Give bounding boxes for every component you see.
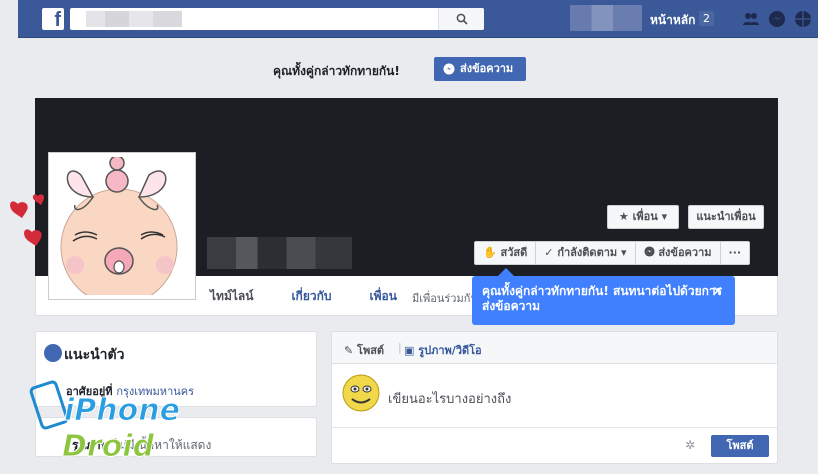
intro-title: แนะนำตัว — [64, 347, 125, 363]
iphonedroid-watermark-logo: iPhone Droid — [29, 380, 180, 465]
messenger-icon[interactable] — [768, 10, 786, 28]
composer-photo-tab[interactable]: ▣ รูปภาพ/วิดีโอ — [404, 341, 482, 359]
following-button[interactable]: ✓ กำลังติดตาม ▾ — [536, 242, 636, 264]
composer-tabs: ✎ โพสต์ | ▣ รูปภาพ/วิดีโอ — [332, 332, 777, 364]
search-button[interactable] — [438, 8, 484, 30]
facebook-logo[interactable]: f — [42, 8, 64, 31]
home-link[interactable]: หน้าหลัก — [650, 11, 695, 30]
tooltip-close-icon[interactable]: × — [712, 284, 723, 299]
composer-input[interactable]: เขียนอะไรบางอย่างถึง — [388, 388, 511, 409]
tab-about[interactable]: เกี่ยวกับ — [291, 287, 331, 306]
search-input[interactable] — [70, 8, 484, 30]
tooltip-arrow — [498, 268, 514, 276]
wave-label: สวัสดี — [500, 246, 528, 259]
composer-footer: ✲ โพสต์ — [332, 427, 777, 463]
friends-icon[interactable] — [742, 10, 760, 28]
tab-friends[interactable]: เพื่อน — [369, 287, 396, 306]
cartoon-pig-avatar — [60, 157, 178, 295]
messenger-icon — [443, 63, 455, 75]
home-count-badge: 2 — [699, 11, 714, 26]
post-button[interactable]: โพสต์ — [711, 435, 769, 457]
message-label: ส่งข้อความ — [658, 246, 712, 259]
watermark-line1: iPhone — [64, 393, 180, 428]
wave-button[interactable]: ✋ สวัสดี — [475, 242, 537, 264]
mutual-friends-text: มีเพื่อนร่วมกัน — [412, 292, 478, 305]
send-message-button-top[interactable]: ส่งข้อความ — [434, 57, 526, 81]
profile-action-buttons: ✋ สวัสดี ✓ กำลังติดตาม ▾ ส่งข้อความ ··· — [474, 241, 751, 265]
profile-picture[interactable] — [48, 152, 196, 300]
message-button[interactable]: ส่งข้อความ — [636, 242, 721, 264]
more-options-button[interactable]: ··· — [721, 242, 750, 264]
post-composer: ✎ โพสต์ | ▣ รูปภาพ/วิดีโอ เขียนอะไรบางอย… — [331, 331, 778, 464]
settings-gear-icon[interactable]: ✲ — [685, 438, 695, 452]
send-message-label: ส่งข้อความ — [460, 62, 514, 75]
profile-name-blurred — [207, 237, 352, 269]
suggest-friends-button[interactable]: แนะนำเพื่อน — [688, 205, 764, 229]
top-navigation-bar: f หน้าหลัก 2 — [18, 0, 818, 38]
post-tab-label: โพสต์ — [357, 344, 385, 357]
photo-tab-label: รูปภาพ/วิดีโอ — [418, 344, 482, 357]
search-blurred-text — [86, 11, 182, 27]
composer-post-tab[interactable]: ✎ โพสต์ — [344, 341, 384, 359]
watermark-line2: Droid — [62, 429, 155, 464]
profile-tabs: ไทม์ไลน์ เกี่ยวกับ เพื่อน — [210, 287, 435, 306]
friend-status-button[interactable]: ★ เพื่อน ▾ — [607, 205, 679, 229]
user-profile-link[interactable] — [570, 5, 642, 31]
messenger-icon — [643, 246, 655, 257]
tooltip-text: คุณทั้งคู่กล่าวทักทายกัน! สนทนาต่อไปด้วย… — [482, 284, 723, 313]
messenger-tooltip: คุณทั้งคู่กล่าวทักทายกัน! สนทนาต่อไปด้วย… — [472, 276, 735, 325]
greeting-text: คุณทั้งคู่กล่าวทักทายกัน! — [273, 64, 400, 78]
globe-icon[interactable] — [794, 10, 812, 28]
user-avatar — [342, 374, 380, 412]
globe-intro-icon — [44, 344, 62, 362]
divider: | — [398, 341, 402, 354]
heart-decoration-icon — [10, 194, 45, 246]
tab-timeline[interactable]: ไทม์ไลน์ — [210, 287, 253, 306]
search-icon — [456, 13, 468, 25]
